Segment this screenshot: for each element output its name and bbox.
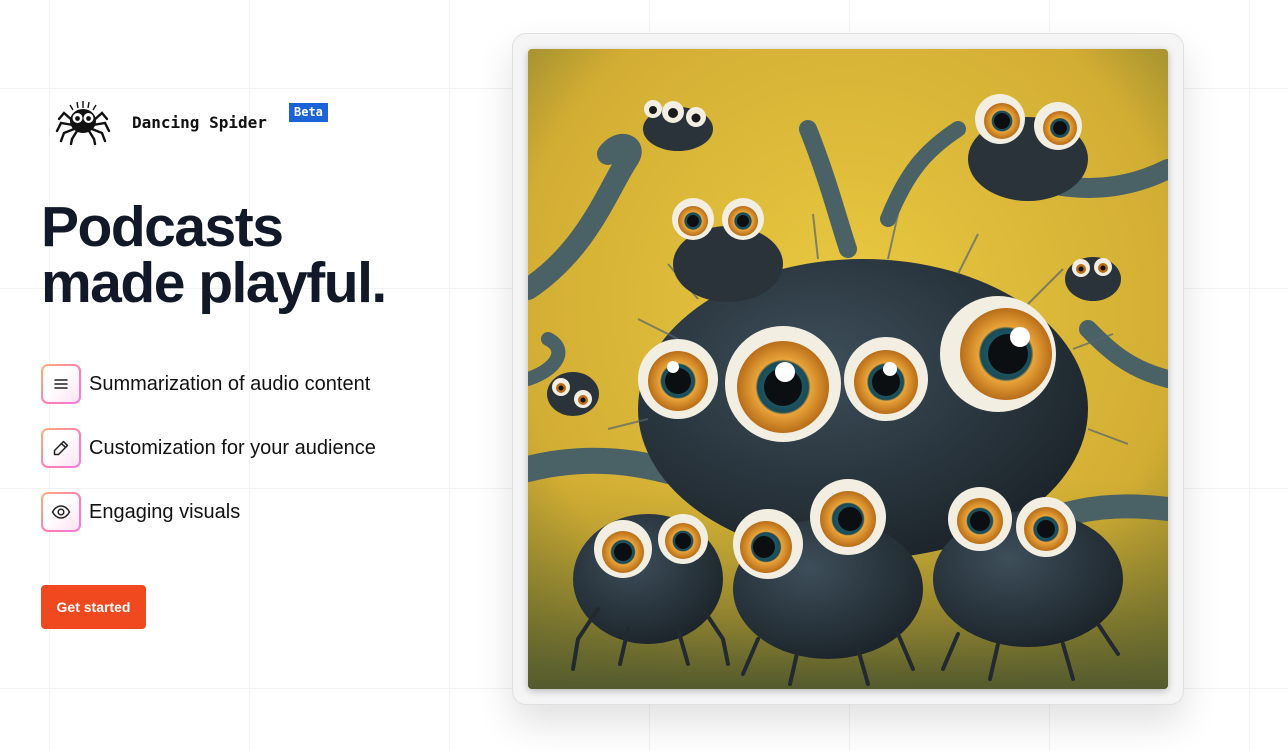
hero-content: Dancing Spider Beta Podcasts made playfu… (41, 0, 471, 751)
brand[interactable]: Dancing Spider Beta (55, 97, 328, 145)
feature-item-visuals: Engaging visuals (41, 492, 376, 532)
beta-badge: Beta (289, 103, 328, 122)
feature-icon-frame (41, 364, 81, 404)
feature-label: Summarization of audio content (89, 372, 371, 395)
feature-label: Engaging visuals (89, 500, 241, 523)
feature-icon-inner (43, 494, 79, 530)
feature-icon-frame (41, 428, 81, 468)
hero-title-line-2: made playful. (41, 251, 387, 315)
spider-logo-icon (55, 101, 111, 145)
feature-list: Summarization of audio content Customiza… (41, 364, 376, 556)
artwork-illustration (528, 49, 1168, 689)
feature-icon-inner (43, 430, 79, 466)
feature-icon-frame (41, 492, 81, 532)
hero-title-line-1: Podcasts (41, 195, 284, 259)
get-started-button[interactable]: Get started (41, 585, 146, 629)
pencil-icon (53, 440, 69, 456)
feature-icon-inner (43, 366, 79, 402)
hero-title: Podcasts made playful. (41, 195, 387, 315)
feature-item-summarization: Summarization of audio content (41, 364, 376, 404)
artwork-frame (512, 33, 1184, 705)
brand-name: Dancing Spider (132, 112, 267, 132)
feature-label: Customization for your audience (89, 436, 376, 459)
feature-item-customization: Customization for your audience (41, 428, 376, 468)
list-lines-icon (54, 379, 68, 389)
spider-creatures-artwork (528, 49, 1168, 689)
eye-icon (51, 505, 71, 519)
